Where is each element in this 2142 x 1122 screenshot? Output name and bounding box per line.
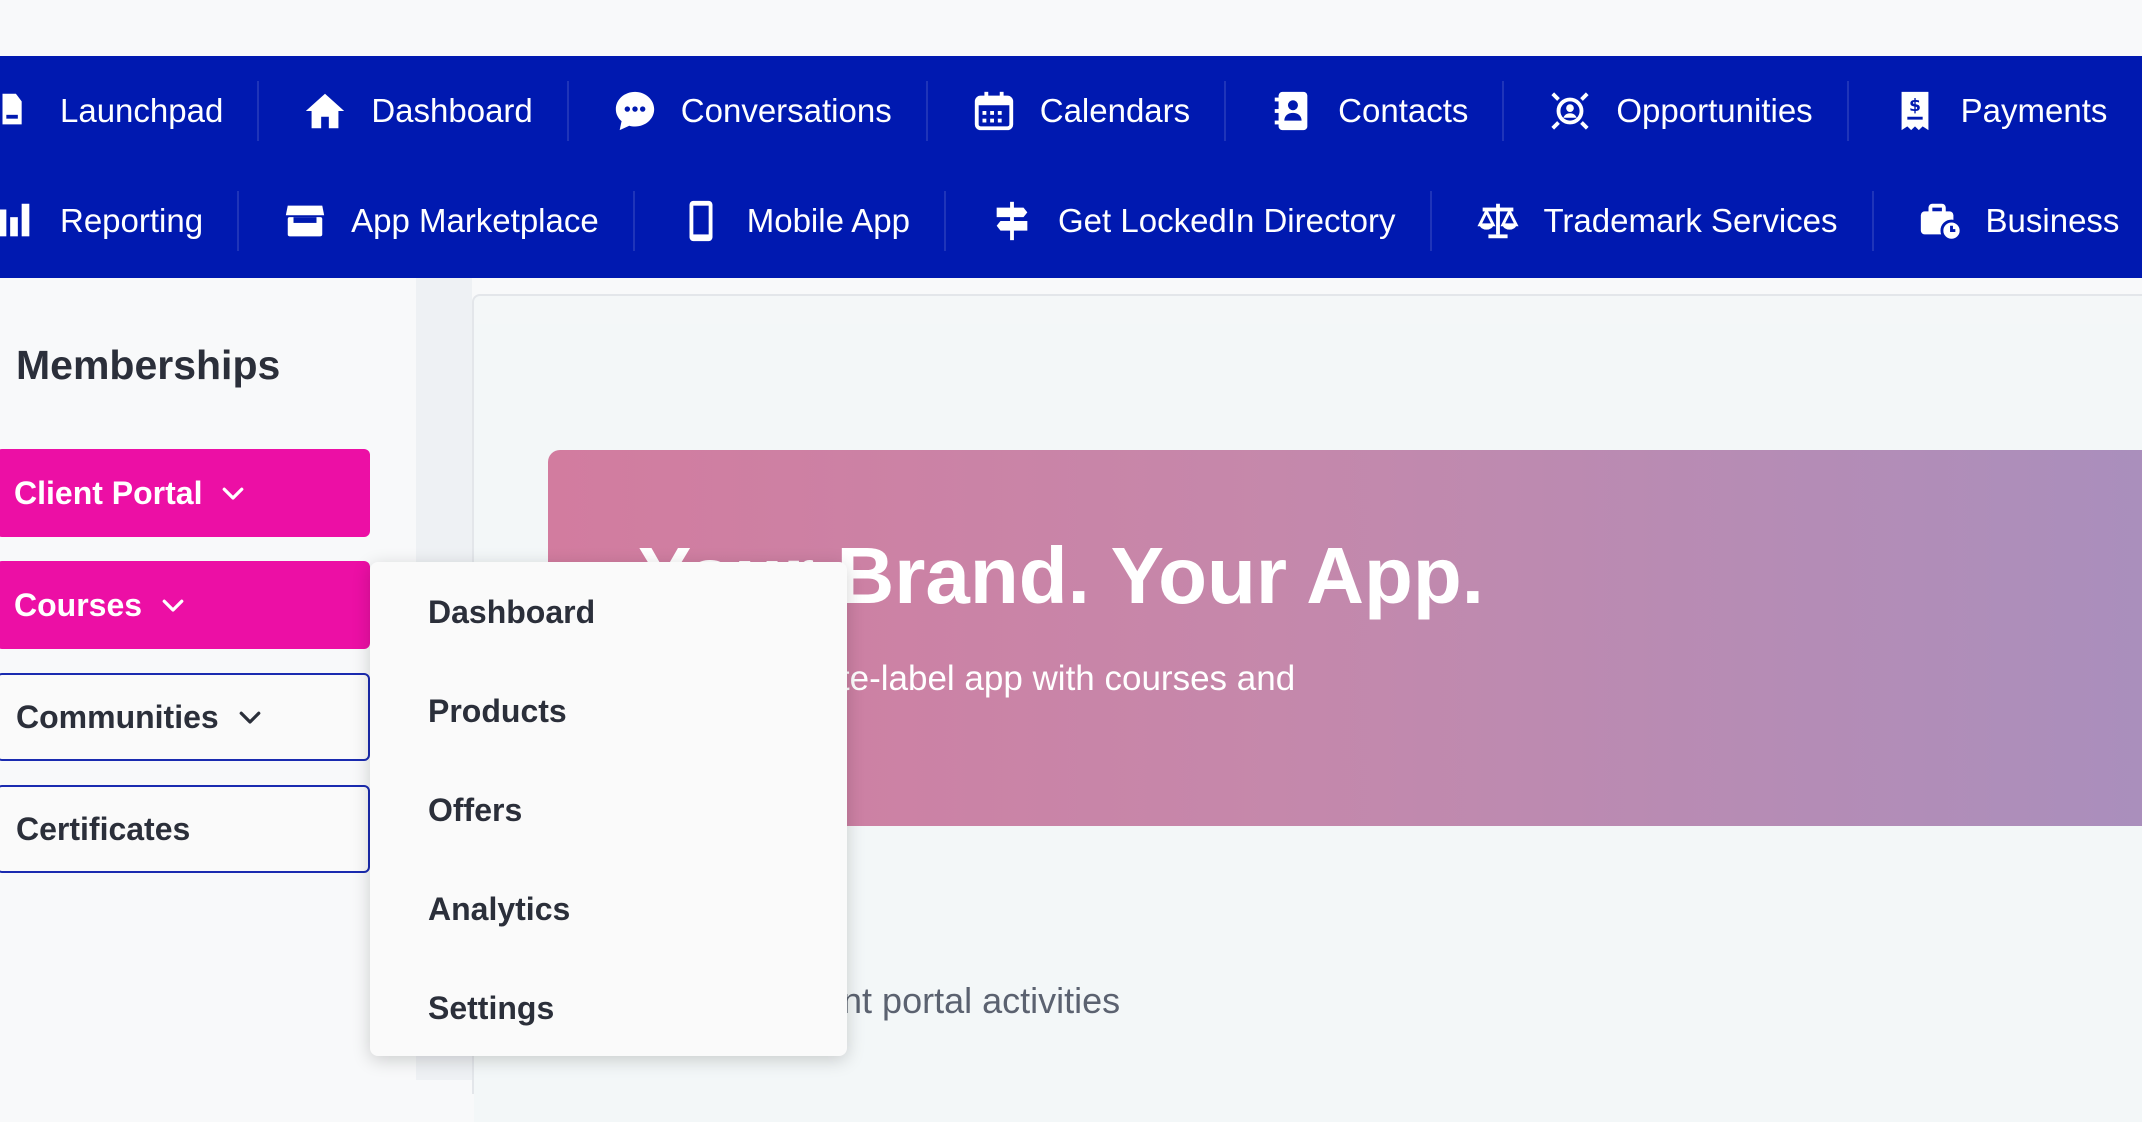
- sidebar-title: Memberships: [16, 342, 281, 388]
- nav-item-get-lockedin-directory[interactable]: Get LockedIn Directory: [986, 166, 1429, 276]
- dropdown-item-analytics[interactable]: Analytics: [428, 891, 570, 928]
- nav-item-conversations[interactable]: Conversations: [609, 56, 926, 166]
- nav-item-label: Contacts: [1338, 92, 1469, 129]
- nav-separator: [1224, 81, 1227, 141]
- nav-item-label: Get LockedIn Directory: [1058, 202, 1396, 239]
- nav-item-mobile-app[interactable]: Mobile App: [675, 166, 944, 276]
- top-navigation-bar: Launchpad Dashboard Conversations Calend…: [0, 56, 2142, 278]
- nav-separator: [1871, 191, 1874, 251]
- chevron-down-icon: [158, 590, 188, 620]
- bar-chart-icon: [0, 195, 40, 247]
- nav-item-label: App Marketplace: [351, 202, 599, 239]
- sidebar-item-certificates[interactable]: Certificates: [0, 785, 370, 873]
- nav-separator: [925, 81, 928, 141]
- sidebar-item-label: Certificates: [16, 810, 191, 847]
- signpost-icon: [986, 195, 1038, 247]
- svg-text:$: $: [1909, 96, 1921, 116]
- contact-book-icon: [1266, 85, 1318, 137]
- nav-item-label: Trademark Services: [1543, 202, 1838, 239]
- sidebar-item-courses[interactable]: Courses: [0, 561, 370, 649]
- nav-separator: [1429, 191, 1432, 251]
- nav-item-label: Launchpad: [60, 92, 224, 129]
- sidebar-item-client-portal[interactable]: Client Portal: [0, 449, 370, 537]
- nav-item-label: Reporting: [60, 202, 204, 239]
- rocket-icon: [0, 85, 40, 137]
- nav-separator: [237, 191, 240, 251]
- chat-bubble-icon: [609, 85, 661, 137]
- nav-item-label: Opportunities: [1616, 92, 1813, 129]
- nav-item-calendars[interactable]: Calendars: [968, 56, 1224, 166]
- nav-separator: [566, 81, 569, 141]
- sidebar-item-label: Courses: [14, 586, 143, 623]
- courses-dropdown-menu: Dashboard Products Offers Analytics Sett…: [370, 562, 847, 1056]
- home-icon: [299, 85, 351, 137]
- nav-item-trademark-services[interactable]: Trademark Services: [1472, 166, 1872, 276]
- dropdown-item-settings[interactable]: Settings: [428, 990, 554, 1027]
- storefront-icon: [279, 195, 331, 247]
- nav-item-label: Payments: [1960, 92, 2108, 129]
- dropdown-item-offers[interactable]: Offers: [428, 792, 522, 829]
- dropdown-item-dashboard[interactable]: Dashboard: [428, 594, 595, 631]
- nav-item-opportunities[interactable]: Opportunities: [1544, 56, 1846, 166]
- nav-item-contacts[interactable]: Contacts: [1266, 56, 1502, 166]
- nav-separator: [632, 191, 635, 251]
- dropdown-item-products[interactable]: Products: [428, 693, 567, 730]
- briefcase-clock-icon: [1914, 195, 1966, 247]
- nav-item-dashboard[interactable]: Dashboard: [299, 56, 566, 166]
- nav-item-label: Business: [1985, 202, 2120, 239]
- receipt-icon: $: [1889, 85, 1941, 137]
- nav-separator: [944, 191, 947, 251]
- nav-item-app-marketplace[interactable]: App Marketplace: [279, 166, 633, 276]
- memberships-sidebar: Memberships Client Portal Courses Commun…: [0, 278, 416, 1080]
- nav-item-reporting[interactable]: Reporting: [0, 166, 237, 276]
- nav-separator: [1502, 81, 1505, 141]
- nav-item-payments[interactable]: $ Payments: [1889, 56, 2142, 166]
- sidebar-item-label: Communities: [16, 698, 219, 735]
- sidebar-item-label: Client Portal: [14, 474, 203, 511]
- nav-item-label: Dashboard: [371, 92, 533, 129]
- nav-item-label: Mobile App: [746, 202, 911, 239]
- mobile-phone-icon: [675, 195, 727, 247]
- target-icon: [1544, 85, 1596, 137]
- nav-item-label: Calendars: [1039, 92, 1191, 129]
- nav-row-2: Reporting App Marketplace Mobile App Get…: [0, 166, 2142, 276]
- sidebar-item-communities[interactable]: Communities: [0, 673, 370, 761]
- nav-separator: [1846, 81, 1849, 141]
- chevron-down-icon: [218, 478, 248, 508]
- chevron-down-icon: [235, 702, 265, 732]
- nav-row-1: Launchpad Dashboard Conversations Calend…: [0, 56, 2141, 166]
- nav-item-business[interactable]: Business: [1914, 166, 2142, 276]
- nav-separator: [257, 81, 260, 141]
- nav-item-launchpad[interactable]: Launchpad: [0, 56, 257, 166]
- scales-icon: [1472, 195, 1524, 247]
- nav-item-label: Conversations: [680, 92, 892, 129]
- calendar-icon: [968, 85, 1020, 137]
